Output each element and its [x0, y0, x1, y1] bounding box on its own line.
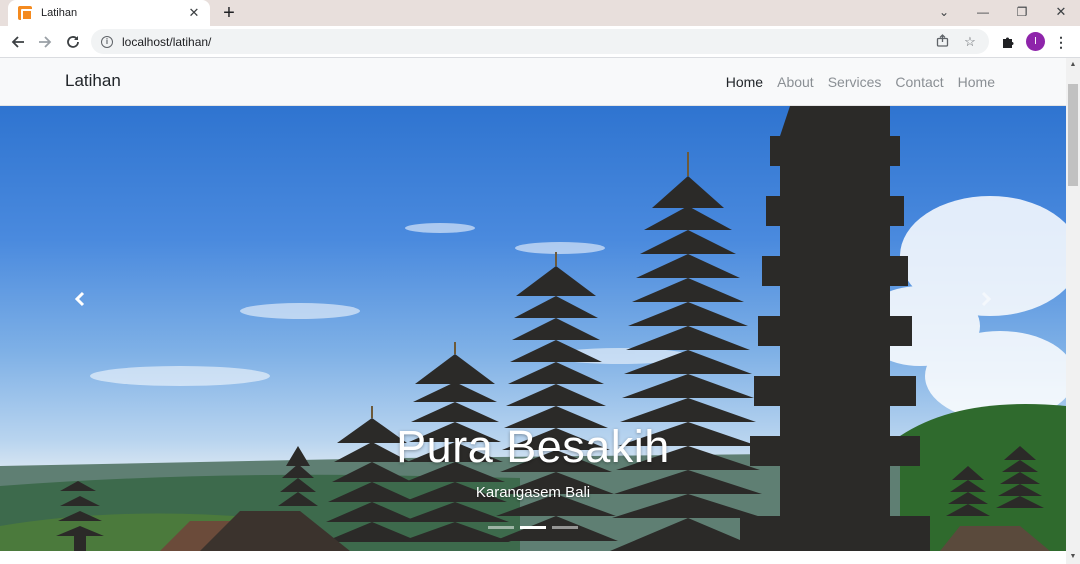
chevron-left-icon	[74, 291, 85, 307]
nav-link-services[interactable]: Services	[828, 74, 882, 90]
nav-link-home[interactable]: Home	[726, 74, 763, 90]
address-bar[interactable]: i localhost/latihan/ ☆	[91, 29, 989, 54]
back-button[interactable]	[6, 30, 30, 54]
arrow-left-icon	[11, 36, 24, 48]
forward-button[interactable]	[33, 30, 57, 54]
nav-link-contact[interactable]: Contact	[895, 74, 943, 90]
nav-link-about[interactable]: About	[777, 74, 814, 90]
tab-search-button[interactable]: ⌄	[925, 0, 963, 26]
tab-title: Latihan	[41, 7, 78, 19]
carousel-indicators	[0, 526, 1066, 529]
restore-button[interactable]: ❐	[1003, 0, 1041, 26]
share-icon[interactable]	[933, 33, 951, 50]
carousel-indicator-1[interactable]	[488, 526, 514, 529]
puzzle-icon[interactable]	[998, 30, 1018, 54]
close-window-button[interactable]: ✕	[1042, 0, 1080, 26]
url-text[interactable]: localhost/latihan/	[122, 35, 923, 49]
tab-strip: Latihan ✕ + ⌄ — ❐ ✕	[0, 0, 1080, 26]
navbar-links: Home About Services Contact Home	[726, 74, 995, 90]
new-tab-button[interactable]: +	[218, 2, 240, 24]
chevron-right-icon	[981, 291, 992, 307]
tab-close-button[interactable]: ✕	[186, 5, 202, 21]
hero-carousel: Pura Besakih Karangasem Bali	[0, 106, 1066, 551]
carousel-indicator-3[interactable]	[552, 526, 578, 529]
scrollbar-thumb[interactable]	[1068, 84, 1078, 186]
page-body	[0, 551, 1066, 564]
carousel-prev-button[interactable]	[60, 278, 100, 318]
scroll-up-arrow[interactable]: ▲	[1066, 58, 1080, 72]
star-icon[interactable]: ☆	[961, 34, 979, 50]
arrow-right-icon	[39, 36, 52, 48]
browser-tab[interactable]: Latihan ✕	[8, 0, 210, 26]
browser-toolbar: i localhost/latihan/ ☆ I ⋮	[0, 26, 1080, 58]
carousel-next-button[interactable]	[966, 278, 1006, 318]
kebab-menu-icon[interactable]: ⋮	[1053, 30, 1069, 54]
reload-icon	[67, 36, 79, 48]
navbar-brand[interactable]: Latihan	[65, 71, 121, 91]
reload-button[interactable]	[61, 30, 85, 54]
minimize-button[interactable]: —	[964, 0, 1002, 26]
vertical-scrollbar[interactable]: ▲ ▼	[1066, 58, 1080, 564]
page-viewport: Latihan Home About Services Contact Home	[0, 58, 1066, 564]
carousel-indicator-2[interactable]	[520, 526, 546, 529]
nav-link-home-2[interactable]: Home	[958, 74, 995, 90]
info-icon[interactable]: i	[101, 35, 113, 48]
xampp-icon	[18, 6, 33, 21]
slide-subtitle: Karangasem Bali	[475, 484, 591, 501]
avatar[interactable]: I	[1026, 32, 1045, 51]
slide-title: Pura Besakih	[396, 421, 670, 472]
scroll-down-arrow[interactable]: ▼	[1066, 550, 1080, 564]
site-navbar: Latihan Home About Services Contact Home	[0, 58, 1066, 106]
